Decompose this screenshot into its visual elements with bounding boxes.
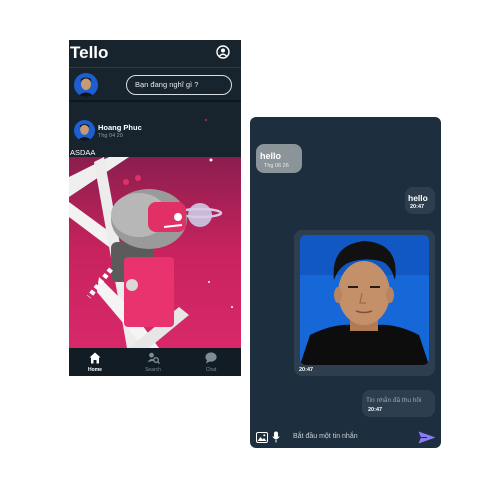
chat-icon bbox=[205, 352, 217, 364]
message-photo[interactable] bbox=[300, 235, 429, 365]
app-title: Tello bbox=[70, 43, 109, 62]
outgoing-image-message[interactable]: 20:47 bbox=[294, 230, 435, 376]
home-icon bbox=[89, 352, 101, 364]
post-composer: Bạn đang nghĩ gì ? bbox=[69, 67, 241, 102]
post-text: ASDAA bbox=[70, 148, 96, 157]
avatar[interactable] bbox=[74, 120, 95, 141]
nav-label: Chat bbox=[205, 367, 217, 373]
message-time: 20:47 bbox=[368, 407, 383, 413]
feed-screen: Tello Bạn đang nghĩ gì ? Hoang Phuc Thg … bbox=[69, 40, 241, 376]
status-input[interactable]: Bạn đang nghĩ gì ? bbox=[126, 75, 232, 95]
nav-chat[interactable]: Chat bbox=[191, 351, 231, 375]
top-bar: Tello bbox=[69, 40, 241, 66]
recalled-message[interactable]: Tin nhắn đã thu hồi 20:47 bbox=[362, 390, 435, 417]
nav-search[interactable]: Search bbox=[133, 351, 173, 375]
post-time: Thg 04 20 bbox=[98, 133, 123, 139]
search-icon bbox=[147, 352, 160, 364]
message-text: hello bbox=[260, 151, 282, 161]
post-menu-dot[interactable] bbox=[205, 119, 207, 121]
incoming-message[interactable]: hello Thg 06 26 bbox=[256, 144, 302, 173]
image-icon[interactable] bbox=[256, 432, 268, 443]
post-image[interactable] bbox=[69, 157, 241, 348]
microphone-icon[interactable] bbox=[272, 431, 280, 443]
outgoing-message[interactable]: hello 20:47 bbox=[405, 187, 435, 214]
chat-screen: hello Thg 06 26 hello 20:47 20:47 Tin nh… bbox=[250, 117, 441, 448]
nav-label: Home bbox=[88, 367, 102, 373]
nav-label: Search bbox=[145, 367, 161, 373]
account-icon[interactable] bbox=[216, 45, 230, 59]
nav-home[interactable]: Home bbox=[75, 351, 115, 375]
message-time: Thg 06 26 bbox=[264, 163, 289, 169]
post-header: Hoang Phuc Thg 04 20 bbox=[69, 110, 241, 150]
bottom-nav: Home Search Chat bbox=[69, 348, 241, 376]
avatar[interactable] bbox=[74, 73, 98, 97]
chat-input-bar: Bắt đầu một tin nhắn bbox=[250, 427, 441, 448]
message-text: hello bbox=[408, 193, 428, 203]
post-author[interactable]: Hoang Phuc bbox=[98, 123, 142, 132]
message-time: 20:47 bbox=[299, 367, 314, 373]
message-text: Tin nhắn đã thu hồi bbox=[366, 397, 422, 404]
message-input[interactable]: Bắt đầu một tin nhắn bbox=[293, 433, 358, 440]
message-time: 20:47 bbox=[410, 204, 425, 210]
send-icon[interactable] bbox=[418, 431, 436, 444]
